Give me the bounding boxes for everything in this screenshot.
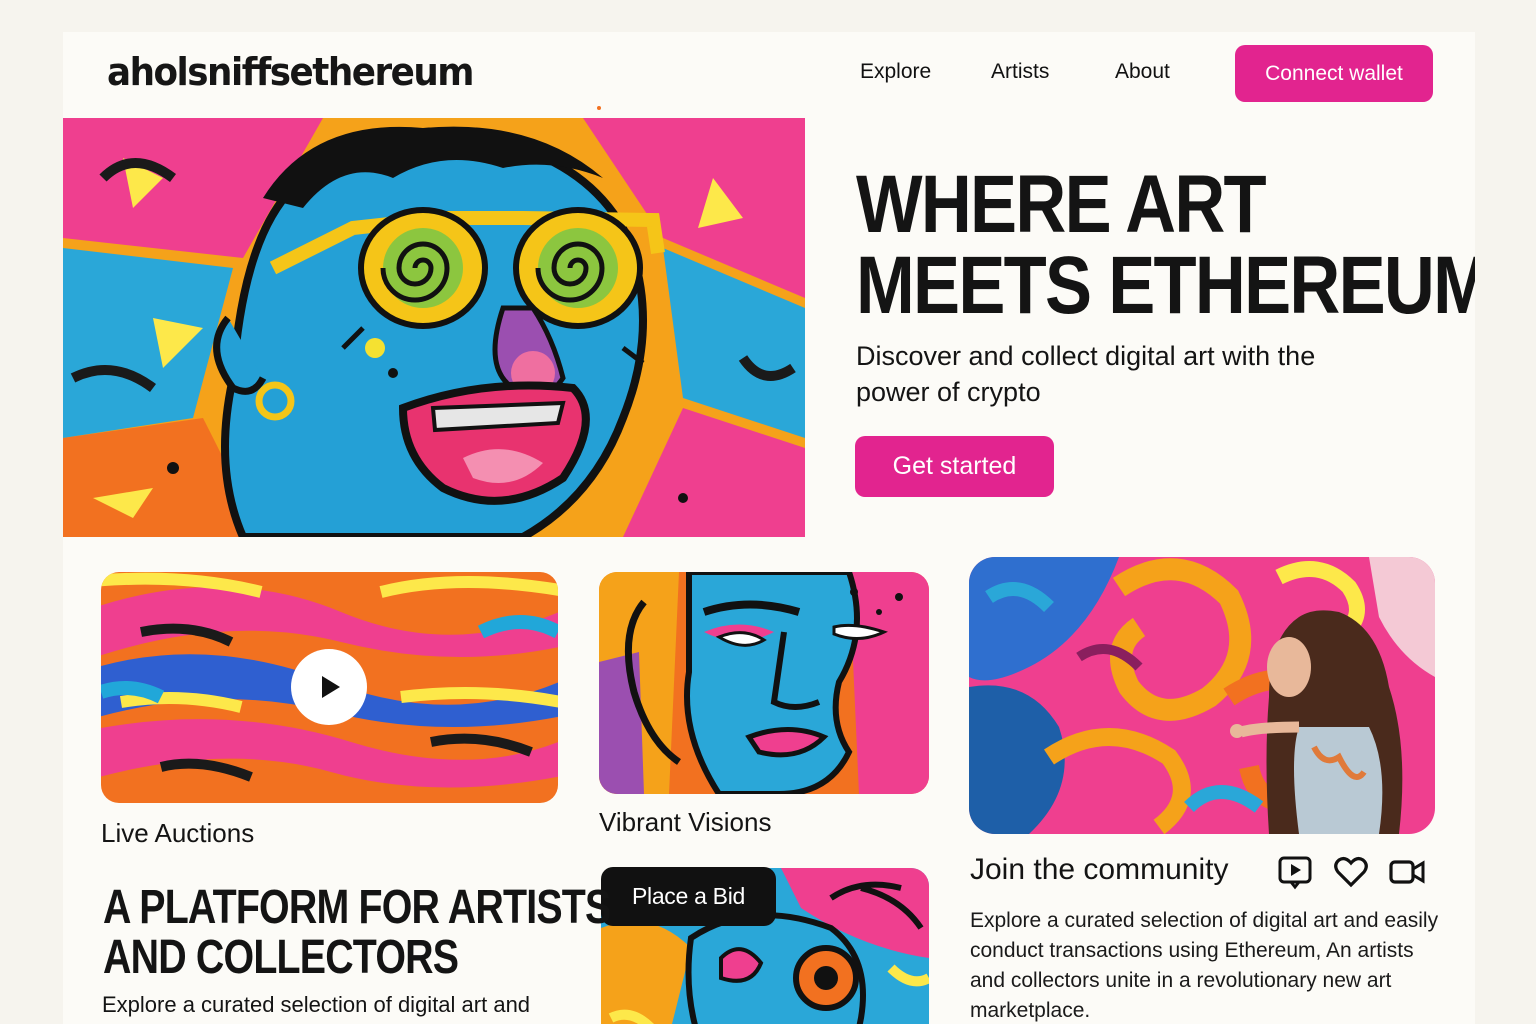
site-logo[interactable]: aholsniffsethereum	[107, 50, 474, 94]
hero-title-line-2: MEETS ETHEREUM	[856, 240, 1475, 331]
page: aholsniffsethereum Explore Artists About…	[63, 32, 1475, 1024]
community-icons	[1277, 854, 1425, 890]
nav-artists[interactable]: Artists	[991, 60, 1049, 84]
hero-subtitle: Discover and collect digital art with th…	[856, 341, 1316, 407]
vibrant-visions-artwork[interactable]	[599, 572, 929, 794]
heart-icon[interactable]	[1333, 854, 1369, 890]
play-button[interactable]	[291, 649, 367, 725]
vibrant-visions-caption[interactable]: Vibrant Visions	[599, 807, 771, 838]
video-camera-icon[interactable]	[1389, 854, 1425, 890]
nav-explore[interactable]: Explore	[860, 60, 931, 84]
platform-heading-line-2: AND COLLECTORS	[103, 931, 459, 984]
play-video-icon[interactable]	[1277, 854, 1313, 890]
platform-description: Explore a curated selection of digital a…	[102, 992, 531, 1017]
hero-title-line-1: WHERE ART	[856, 159, 1267, 250]
hero-artwork	[63, 118, 805, 537]
live-auctions-caption[interactable]: Live Auctions	[101, 818, 254, 849]
place-a-bid-button[interactable]: Place a Bid	[601, 867, 776, 926]
get-started-button[interactable]: Get started	[855, 436, 1054, 497]
platform-heading-line-1: A PLATFORM FOR ARTISTS	[103, 881, 611, 934]
community-heading: Join the community	[970, 853, 1229, 886]
hero-title: WHERE ART MEETS ETHEREUM	[856, 159, 1475, 331]
community-description: Explore a curated selection of digital a…	[970, 909, 1439, 1022]
decorative-dot	[597, 106, 601, 110]
live-auctions-video[interactable]	[101, 572, 558, 803]
play-icon	[322, 676, 340, 698]
platform-heading: A PLATFORM FOR ARTISTS AND COLLECTORS	[103, 881, 611, 984]
nav-about[interactable]: About	[1115, 60, 1170, 84]
community-mural-photo[interactable]	[969, 557, 1435, 834]
connect-wallet-button[interactable]: Connect wallet	[1235, 45, 1433, 102]
